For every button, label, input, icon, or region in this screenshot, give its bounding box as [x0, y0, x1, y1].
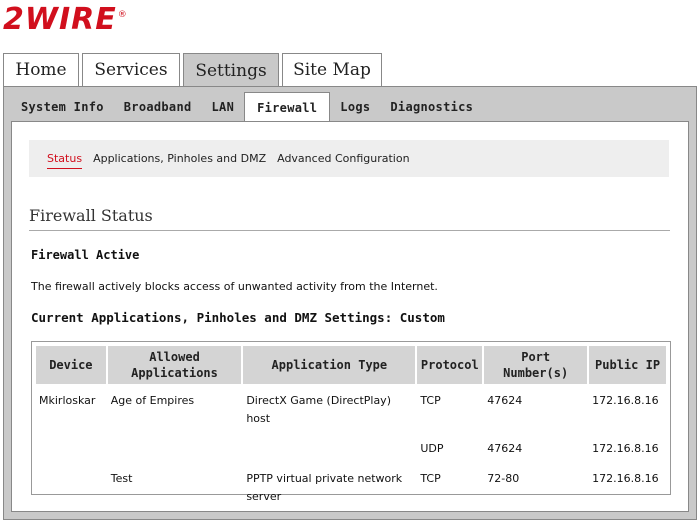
cell-port-numbers: 47624 — [487, 442, 523, 455]
sub-tab-broadband[interactable]: Broadband — [114, 92, 202, 121]
sub-tab-diagnostics[interactable]: Diagnostics — [380, 92, 483, 121]
cell-allowed-application — [108, 434, 242, 462]
column-header-allowed-applications: Allowed Applications — [107, 346, 242, 384]
firewall-state-heading: Firewall Active — [31, 248, 140, 262]
sub-tab-logs[interactable]: Logs — [330, 92, 380, 121]
column-header-application-type: Application Type — [243, 346, 416, 384]
sub-tab-firewall[interactable]: Firewall — [244, 92, 331, 122]
cell-application-type: DirectX Game (DirectPlay) host — [246, 394, 391, 425]
subnav-link-advanced-configuration[interactable]: Advanced Configuration — [277, 152, 409, 165]
firewall-description: The firewall actively blocks access of u… — [31, 280, 438, 293]
logo-text: 2WIRE — [3, 1, 117, 37]
subnav-link-status[interactable]: Status — [47, 152, 83, 169]
cell-port-numbers: 47624 — [487, 394, 523, 407]
cell-port-numbers: 72-80 — [487, 472, 520, 485]
settings-subnav: System Info Broadband LAN Firewall Logs … — [11, 92, 483, 122]
cell-device — [36, 464, 106, 510]
logo-registered-mark: ® — [117, 10, 127, 20]
main-tab-home[interactable]: Home — [3, 53, 79, 86]
column-header-public-ip: Public IP — [589, 346, 666, 384]
table-row: Test PPTP virtual private network server… — [36, 464, 666, 510]
sub-tab-system-info[interactable]: System Info — [11, 92, 114, 121]
column-header-port-numbers: Port Number(s) — [484, 346, 588, 384]
column-header-device: Device — [36, 346, 106, 384]
cell-protocol: TCP — [420, 472, 441, 485]
table-row: Mkirloskar Age of Empires DirectX Game (… — [36, 386, 666, 432]
column-header-protocol: Protocol — [417, 346, 483, 384]
applications-table-container: Device Allowed Applications Application … — [31, 341, 671, 503]
cell-public-ip: 172.16.8.16 — [592, 472, 659, 485]
main-tab-settings[interactable]: Settings — [183, 53, 279, 87]
page-title: Firewall Status — [29, 206, 670, 231]
sub-tab-lan[interactable]: LAN — [202, 92, 245, 121]
logo: 2WIRE ® — [3, 1, 127, 37]
cell-device — [36, 434, 106, 462]
cell-public-ip: 172.16.8.16 — [592, 394, 659, 407]
main-tab-site-map[interactable]: Site Map — [282, 53, 382, 86]
cell-public-ip: 172.16.8.16 — [592, 442, 659, 455]
main-nav: Home Services Settings Site Map — [3, 53, 385, 87]
table-row: UDP 47624 172.16.8.16 — [36, 434, 666, 462]
firewall-subnav: Status Applications, Pinholes and DMZ Ad… — [29, 140, 669, 177]
main-tab-services[interactable]: Services — [82, 53, 180, 86]
cell-application-type: PPTP virtual private network server — [246, 472, 403, 503]
subnav-link-applications-pinholes-dmz[interactable]: Applications, Pinholes and DMZ — [93, 152, 266, 165]
cell-protocol: UDP — [420, 442, 444, 455]
cell-allowed-application: Age of Empires — [110, 394, 195, 407]
cell-allowed-application: Test — [110, 472, 133, 485]
cell-application-type — [243, 434, 415, 462]
cell-protocol: TCP — [420, 394, 441, 407]
applications-table: Device Allowed Applications Application … — [34, 344, 668, 512]
current-settings-heading: Current Applications, Pinholes and DMZ S… — [31, 310, 445, 325]
cell-device: Mkirloskar — [39, 394, 96, 407]
firewall-content: Status Applications, Pinholes and DMZ Ad… — [11, 121, 689, 512]
table-header-row: Device Allowed Applications Application … — [36, 346, 666, 384]
